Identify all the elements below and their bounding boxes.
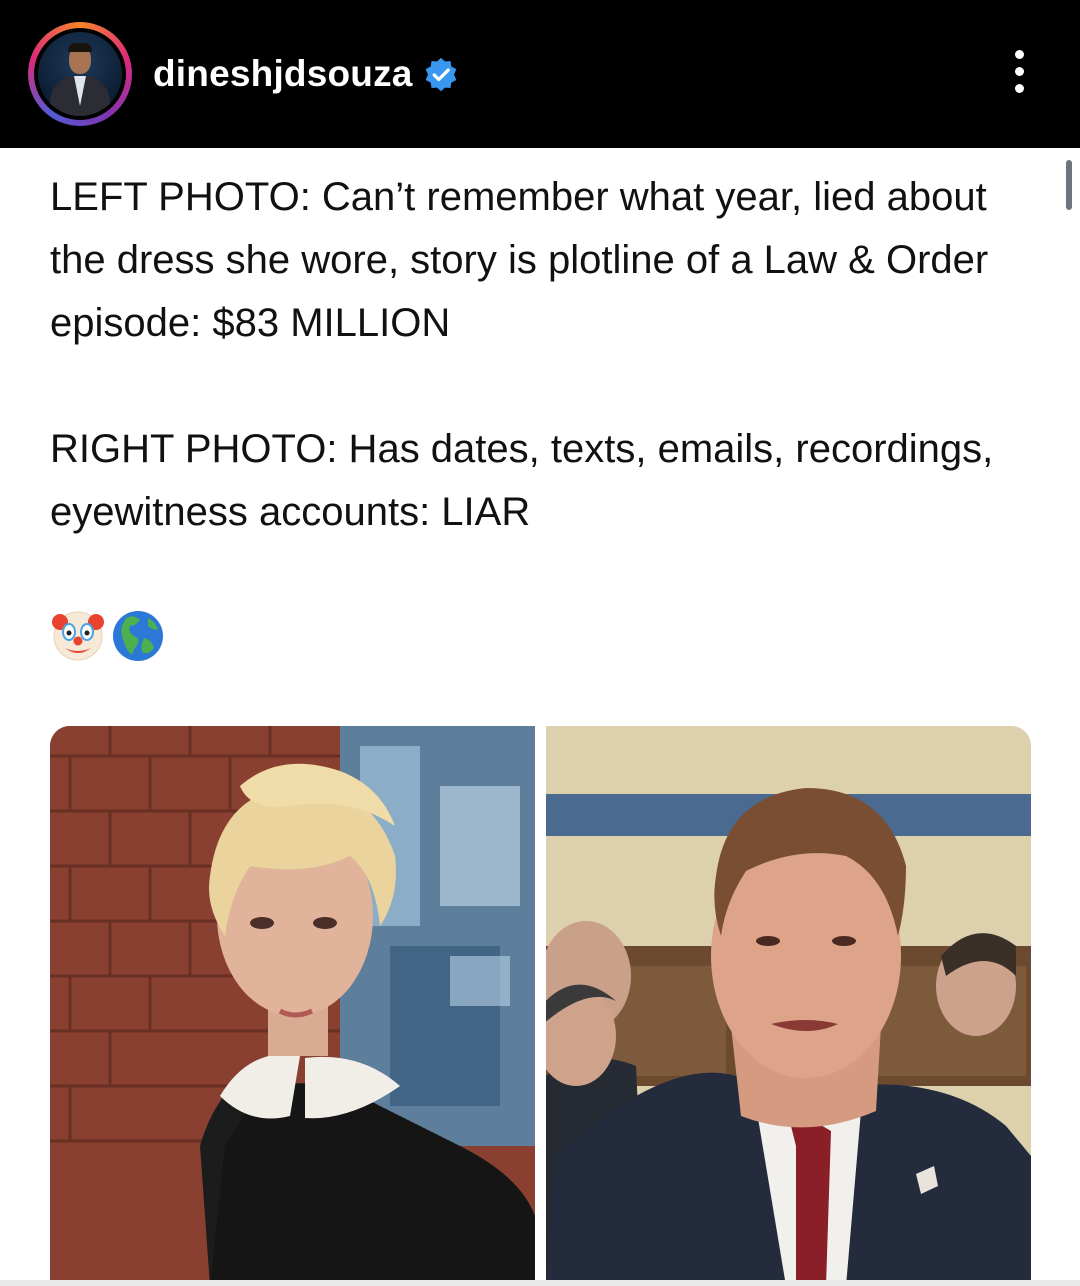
avatar[interactable] [34, 28, 126, 120]
story-ring[interactable] [28, 22, 132, 126]
scrollbar[interactable] [1066, 160, 1072, 210]
left-photo[interactable] [50, 726, 535, 1286]
caption-paragraph-2: RIGHT PHOTO: Has dates, texts, emails, r… [50, 427, 994, 534]
left-photo-image [50, 726, 535, 1286]
emoji-row [52, 611, 163, 661]
verified-badge-icon [425, 57, 457, 92]
clown-face-emoji [52, 611, 104, 661]
username[interactable]: dineshjdsouza [153, 52, 413, 96]
globe-americas-emoji [113, 611, 163, 661]
more-options-icon[interactable] [1004, 50, 1034, 102]
right-photo-image [546, 726, 1031, 1286]
bottom-edge [0, 1280, 1080, 1286]
right-photo[interactable] [546, 726, 1031, 1286]
avatar-photo [38, 32, 122, 116]
post-header: dineshjdsouza [0, 0, 1080, 148]
caption-paragraph-1: LEFT PHOTO: Can’t remember what year, li… [50, 175, 1000, 345]
